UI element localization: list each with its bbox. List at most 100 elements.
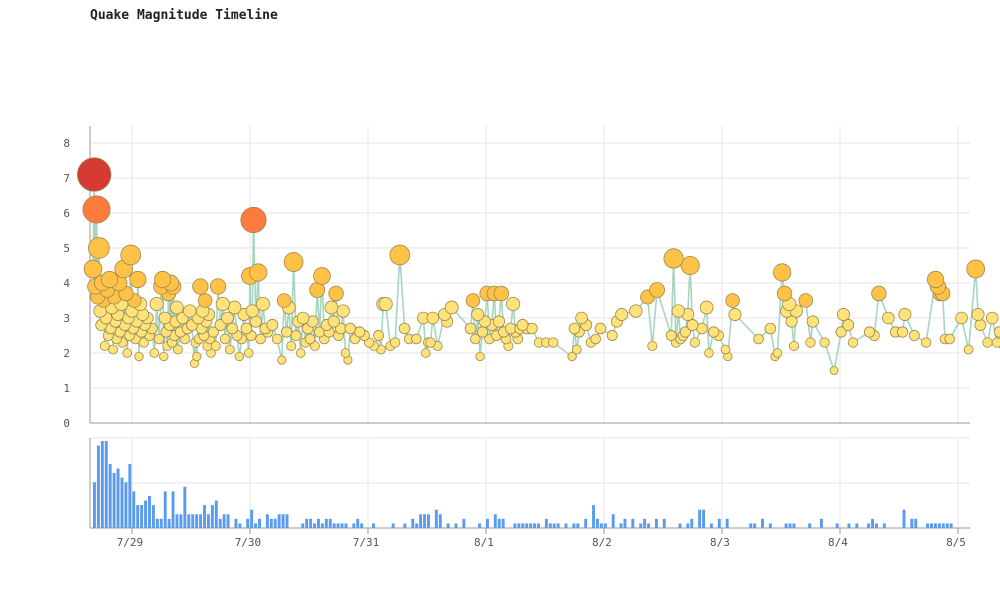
quake-marker	[149, 296, 164, 312]
histogram-bar	[352, 523, 356, 528]
histogram-bar	[203, 505, 206, 528]
histogram-bar	[678, 523, 682, 528]
quake-marker	[725, 293, 740, 308]
histogram-bar	[698, 509, 702, 528]
y-tick-label: 0	[63, 417, 70, 430]
histogram-bar	[619, 523, 623, 528]
histogram-bar	[521, 523, 525, 528]
quake-marker	[806, 315, 819, 328]
histogram-bar	[159, 518, 163, 528]
histogram-bar	[768, 523, 772, 528]
quake-marker	[354, 326, 366, 338]
quake-marker	[847, 337, 859, 348]
histogram-bar	[344, 523, 348, 528]
histogram-bar	[867, 523, 871, 528]
quake-marker	[863, 326, 876, 338]
quake-marker	[671, 304, 685, 318]
histogram-bar	[320, 523, 324, 528]
histogram-bar	[914, 518, 918, 528]
histogram-bar	[753, 523, 757, 528]
histogram-bar	[419, 514, 423, 528]
quake-marker	[926, 270, 945, 289]
quake-marker	[266, 319, 279, 331]
histogram-bar	[427, 514, 430, 528]
quake-marker	[629, 304, 643, 318]
quake-marker	[411, 333, 422, 345]
histogram-bar	[501, 518, 505, 528]
quake-marker	[83, 259, 103, 279]
quake-marker	[464, 322, 477, 335]
histogram-bar	[214, 500, 218, 528]
quake-marker	[183, 304, 197, 318]
histogram-bar	[356, 518, 360, 528]
quake-marker	[425, 337, 436, 348]
histogram-bar	[155, 518, 159, 528]
histogram-bar	[556, 523, 560, 528]
quake-marker	[955, 311, 968, 325]
histogram-bar	[478, 523, 482, 528]
quake-marker	[971, 308, 985, 321]
histogram-bar	[788, 523, 792, 528]
histogram-bar	[902, 509, 906, 528]
quake-marker	[295, 348, 306, 358]
quake-marker	[421, 348, 431, 358]
quake-marker	[882, 311, 895, 325]
quake-marker	[772, 348, 783, 358]
quake-marker	[221, 311, 234, 325]
histogram-bar	[592, 505, 595, 528]
histogram-bar	[324, 518, 328, 528]
histogram-bar	[258, 518, 261, 528]
histogram-bar	[100, 441, 104, 528]
histogram-bar	[144, 500, 148, 528]
quake-marker	[776, 285, 793, 302]
quake-marker	[197, 293, 213, 308]
quake-marker	[192, 278, 209, 295]
histogram-bar	[875, 523, 878, 528]
quake-marker	[389, 244, 411, 266]
quake-marker	[77, 157, 112, 192]
histogram-bar	[183, 486, 187, 528]
histogram-bar	[210, 505, 214, 528]
histogram-bar	[163, 491, 167, 528]
histogram-bar	[277, 514, 281, 528]
quake-marker	[492, 315, 506, 328]
histogram-bar	[717, 518, 721, 528]
quake-marker	[99, 340, 110, 352]
histogram-bar	[336, 523, 340, 528]
y-tick-label: 7	[63, 172, 70, 185]
histogram-bar	[191, 514, 195, 528]
histogram-bar	[631, 518, 635, 528]
quake-marker	[594, 322, 607, 335]
x-tick-label: 8/4	[828, 536, 848, 549]
histogram-bar	[316, 518, 320, 528]
histogram-bar	[93, 482, 96, 528]
y-tick-label: 4	[63, 277, 70, 290]
histogram-bar	[933, 523, 937, 528]
quake-marker	[378, 296, 393, 312]
quake-marker	[896, 326, 909, 338]
histogram-bar	[195, 514, 199, 528]
quake-marker	[871, 285, 887, 302]
histogram-bar	[808, 523, 812, 528]
quake-marker	[829, 366, 839, 375]
histogram-bar	[328, 518, 332, 528]
histogram-bar	[391, 523, 395, 528]
histogram-bar	[411, 518, 415, 528]
histogram-bar	[273, 518, 277, 528]
histogram-bar	[112, 473, 116, 528]
quake-marker	[240, 206, 267, 234]
histogram-bar	[120, 477, 124, 528]
quake-marker	[296, 311, 310, 325]
histogram-bar	[340, 523, 344, 528]
histogram-bar	[654, 518, 658, 528]
histogram-bar	[128, 463, 132, 528]
quake-marker	[465, 293, 481, 308]
histogram-bar	[462, 518, 466, 528]
histogram-bar	[643, 518, 647, 528]
histogram-bar	[226, 514, 230, 528]
quake-marker	[159, 351, 169, 362]
histogram-bar	[108, 463, 112, 528]
quake-marker	[444, 300, 459, 315]
quake-marker	[327, 315, 340, 328]
quake-marker	[568, 322, 581, 335]
